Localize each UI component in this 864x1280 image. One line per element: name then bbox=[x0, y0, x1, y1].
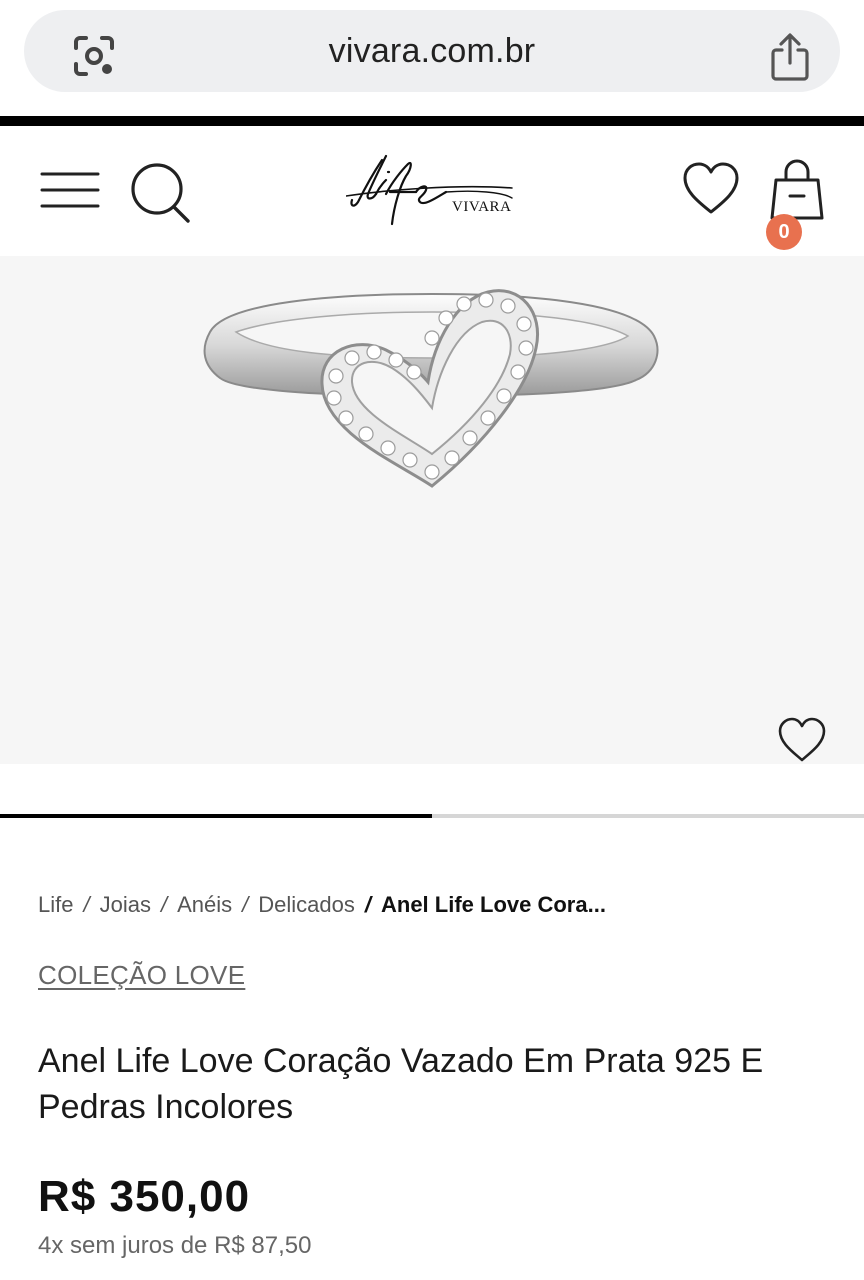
breadcrumb-separator: / bbox=[83, 892, 90, 917]
page-top-divider bbox=[0, 116, 864, 126]
breadcrumb-item-aneis[interactable]: Anéis bbox=[177, 892, 232, 917]
google-lens-icon[interactable] bbox=[70, 32, 118, 80]
gallery-progress-fill bbox=[0, 814, 432, 818]
breadcrumb-separator: / bbox=[242, 892, 249, 917]
breadcrumb-item-delicados[interactable]: Delicados bbox=[258, 892, 355, 917]
site-logo[interactable]: VIVARA bbox=[346, 150, 522, 230]
product-title: Anel Life Love Coração Vazado Em Prata 9… bbox=[38, 1042, 764, 1126]
breadcrumb-separator: / bbox=[364, 892, 371, 917]
heart-icon[interactable] bbox=[680, 160, 742, 218]
breadcrumb-item-life[interactable]: Life bbox=[38, 892, 73, 917]
installment-info: 4x sem juros de R$ 87,50 bbox=[38, 1232, 312, 1259]
url-text[interactable]: vivara.com.br bbox=[24, 10, 840, 92]
heart-ring-product-image bbox=[203, 289, 659, 488]
gallery-progress-bar bbox=[0, 814, 864, 818]
logo-brand-text: VIVARA bbox=[452, 199, 512, 215]
breadcrumb: Life / Joias / Anéis / Delicados / Anel Life Lov… bbox=[38, 892, 606, 918]
gallery-heart-icon[interactable] bbox=[776, 716, 828, 764]
collection-link[interactable]: COLEÇÃO LOVE bbox=[38, 960, 245, 991]
product-price: R$ 350,00 bbox=[38, 1172, 251, 1221]
breadcrumb-item-joias[interactable]: Joias bbox=[100, 892, 151, 917]
product-image-gallery[interactable] bbox=[0, 256, 864, 764]
breadcrumb-separator: / bbox=[160, 892, 168, 917]
share-icon[interactable] bbox=[768, 32, 812, 82]
cart-count-badge: 0 bbox=[766, 214, 802, 250]
browser-url-bar[interactable]: vivara.com.br bbox=[24, 10, 840, 92]
life-script-logo bbox=[346, 154, 513, 226]
hamburger-menu-icon[interactable] bbox=[40, 170, 100, 210]
breadcrumb-current: Anel Life Love Cora... bbox=[381, 892, 606, 917]
search-icon[interactable] bbox=[128, 160, 194, 226]
